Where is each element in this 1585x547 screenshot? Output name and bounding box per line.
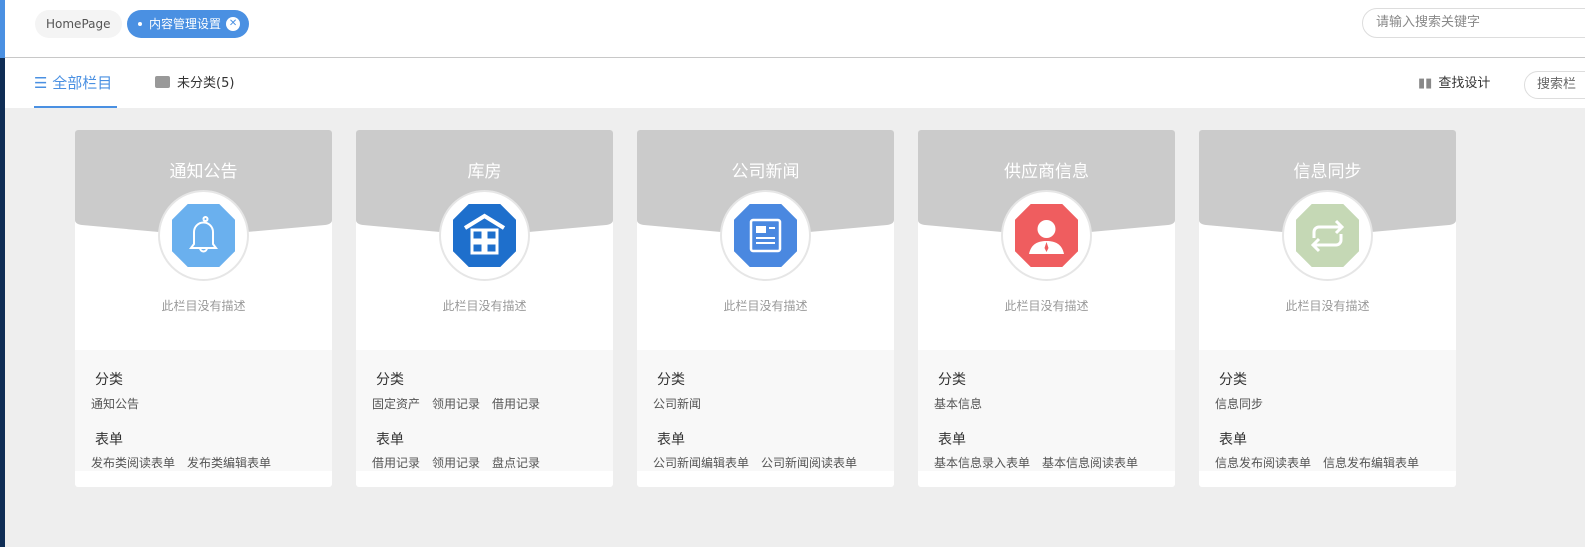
- tab-all-columns[interactable]: ☰ 全部栏目: [34, 59, 118, 108]
- forms-item[interactable]: 信息发布阅读表单: [1215, 456, 1311, 470]
- forms-item[interactable]: 基本信息录入表单: [934, 456, 1030, 470]
- form-list: 信息发布阅读表单 信息发布编辑表单: [1215, 454, 1431, 471]
- active-dot-icon: [138, 22, 142, 26]
- cats-item[interactable]: 公司新闻: [653, 397, 701, 411]
- tab-content-settings[interactable]: 内容管理设置 ✕: [127, 10, 250, 38]
- person-icon: [1015, 204, 1078, 267]
- icon-circle: [720, 190, 811, 281]
- folder-icon: [155, 76, 170, 88]
- forms-item[interactable]: 信息发布编辑表单: [1323, 456, 1419, 470]
- column-card[interactable]: 库房 此栏目没有描述 分类 固定资产 领用记录 借用记录 表单 借用记录 领用记录 盘点…: [356, 130, 613, 487]
- card-description: 此栏目没有描述: [723, 299, 808, 313]
- icon-circle: [439, 190, 530, 281]
- form-list: 发布类阅读表单 发布类编辑表单: [91, 454, 283, 471]
- cats-item[interactable]: 通知公告: [91, 397, 139, 411]
- card-title: 库房: [467, 162, 502, 182]
- form-list: 基本信息录入表单 基本信息阅读表单: [934, 454, 1150, 471]
- cats-item[interactable]: 领用记录: [432, 397, 480, 411]
- column-card[interactable]: 供应商信息 此栏目没有描述 分类 基本信息 表单 基本信息录入表单 基本信息阅读表…: [918, 130, 1175, 487]
- card-details: 分类 固定资产 领用记录 借用记录 表单 借用记录 领用记录 盘点记录: [356, 350, 613, 471]
- find-design-label: 查找设计: [1438, 76, 1491, 91]
- forms-item[interactable]: 发布类阅读表单: [91, 456, 175, 470]
- find-design-button[interactable]: ▮▮ 查找设计: [1418, 59, 1490, 108]
- icon-circle: [1001, 190, 1092, 281]
- form-label: 表单: [657, 432, 685, 448]
- category-list: 信息同步: [1215, 395, 1275, 412]
- news-icon: [734, 204, 797, 267]
- form-list: 公司新闻编辑表单 公司新闻阅读表单: [653, 454, 869, 471]
- search-column-input[interactable]: 搜索栏: [1524, 71, 1585, 99]
- forms-item[interactable]: 基本信息阅读表单: [1042, 456, 1138, 470]
- cats-item[interactable]: 信息同步: [1215, 397, 1263, 411]
- card-details: 分类 公司新闻 表单 公司新闻编辑表单 公司新闻阅读表单: [637, 350, 894, 471]
- forms-item[interactable]: 发布类编辑表单: [187, 456, 271, 470]
- tab-label: 内容管理设置: [149, 17, 222, 31]
- card-description: 此栏目没有描述: [161, 299, 246, 313]
- card-description: 此栏目没有描述: [442, 299, 527, 313]
- icon-circle: [158, 190, 249, 281]
- sync-icon: [1296, 204, 1359, 267]
- category-label: 分类: [657, 372, 685, 388]
- forms-item[interactable]: 借用记录: [372, 456, 420, 470]
- forms-item[interactable]: 领用记录: [432, 456, 480, 470]
- form-list: 借用记录 领用记录 盘点记录: [372, 454, 552, 471]
- category-label: 分类: [376, 372, 404, 388]
- column-card[interactable]: 信息同步 此栏目没有描述 分类 信息同步 表单 信息发布阅读表单 信息发布编辑表单: [1199, 130, 1456, 487]
- card-title: 供应商信息: [1004, 162, 1089, 182]
- forms-item[interactable]: 公司新闻编辑表单: [653, 456, 749, 470]
- forms-item[interactable]: 公司新闻阅读表单: [761, 456, 857, 470]
- tab-label: 未分类(5): [177, 76, 235, 91]
- form-label: 表单: [376, 432, 404, 448]
- card-title: 公司新闻: [731, 162, 800, 182]
- category-label: 分类: [95, 372, 123, 388]
- tab-uncategorized[interactable]: 未分类(5): [155, 59, 234, 108]
- top-bar: HomePage 内容管理设置 ✕ 请输入搜索关键字: [5, 0, 1585, 58]
- forms-item[interactable]: 盘点记录: [492, 456, 540, 470]
- category-list: 基本信息: [934, 395, 994, 412]
- card-details: 分类 通知公告 表单 发布类阅读表单 发布类编辑表单: [75, 350, 332, 471]
- cats-item[interactable]: 固定资产: [372, 397, 420, 411]
- card-title: 信息同步: [1293, 162, 1362, 182]
- cats-item[interactable]: 借用记录: [492, 397, 540, 411]
- tab-homepage[interactable]: HomePage: [35, 10, 122, 38]
- column-card[interactable]: 通知公告 此栏目没有描述 分类 通知公告 表单 发布类阅读表单 发布类编辑表单: [75, 130, 332, 487]
- card-description: 此栏目没有描述: [1285, 299, 1370, 313]
- category-label: 分类: [1219, 372, 1247, 388]
- icon-circle: [1282, 190, 1373, 281]
- column-card[interactable]: 公司新闻 此栏目没有描述 分类 公司新闻 表单 公司新闻编辑表单 公司新闻阅读表单: [637, 130, 894, 487]
- tab-label: 全部栏目: [52, 74, 113, 92]
- card-title: 通知公告: [169, 162, 238, 182]
- card-details: 分类 基本信息 表单 基本信息录入表单 基本信息阅读表单: [918, 350, 1175, 471]
- list-icon: ☰: [34, 74, 53, 92]
- binoculars-icon: ▮▮: [1418, 76, 1433, 91]
- bell-icon: [172, 204, 235, 267]
- category-label: 分类: [938, 372, 966, 388]
- form-label: 表单: [95, 432, 123, 448]
- card-description: 此栏目没有描述: [1004, 299, 1089, 313]
- close-icon[interactable]: ✕: [226, 17, 241, 31]
- category-list: 通知公告: [91, 395, 151, 412]
- category-list: 公司新闻: [653, 395, 713, 412]
- sub-tabs: ☰ 全部栏目 未分类(5) ▮▮ 查找设计 搜索栏: [5, 59, 1585, 108]
- card-details: 分类 信息同步 表单 信息发布阅读表单 信息发布编辑表单: [1199, 350, 1456, 471]
- cats-item[interactable]: 基本信息: [934, 397, 982, 411]
- warehouse-icon: [453, 204, 516, 267]
- category-list: 固定资产 领用记录 借用记录: [372, 395, 552, 412]
- search-input[interactable]: 请输入搜索关键字: [1362, 8, 1585, 38]
- form-label: 表单: [938, 432, 966, 448]
- form-label: 表单: [1219, 432, 1247, 448]
